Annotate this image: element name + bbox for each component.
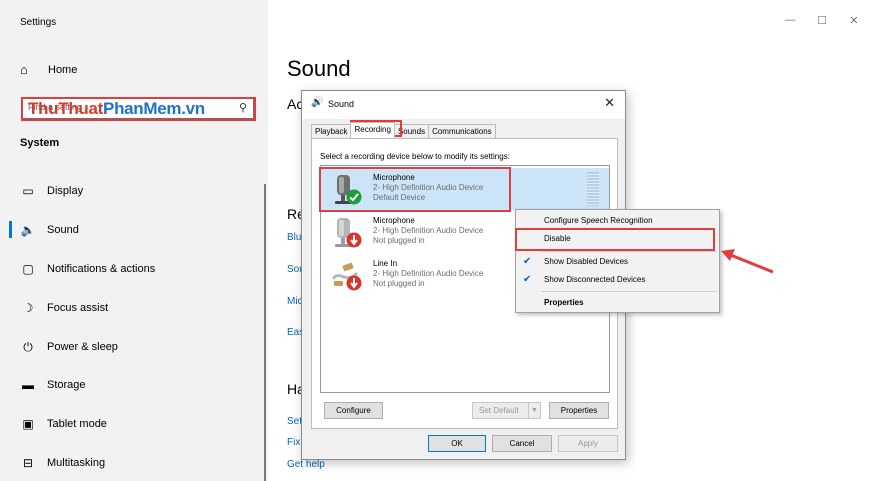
device-name: Line In	[373, 259, 398, 268]
sidebar-scrollbar[interactable]	[264, 184, 266, 481]
annotation-arrow-icon	[721, 249, 774, 274]
menu-item-label: Properties	[544, 298, 584, 307]
sidebar-item-focus-assist[interactable]: ☽ Focus assist	[20, 298, 109, 318]
tab-recording[interactable]: Recording	[350, 122, 395, 138]
home-nav-item[interactable]: ⌂ Home	[20, 62, 77, 77]
storage-icon: ▬	[22, 378, 34, 392]
device-highlight-box	[319, 167, 511, 212]
fix-link-fragment[interactable]: Fix	[287, 437, 300, 448]
apply-button[interactable]: Apply	[558, 435, 618, 452]
sidebar-item-power-sleep[interactable]: ⏻ Power & sleep	[20, 337, 118, 357]
home-icon: ⌂	[20, 62, 28, 77]
app-title: Settings	[20, 17, 57, 28]
multitasking-icon: ⊟	[22, 456, 34, 470]
bluetooth-link-fragment[interactable]: Blu	[287, 232, 301, 243]
sidebar-item-display[interactable]: ▭ Display	[20, 181, 83, 201]
notification-icon: ▢	[22, 262, 34, 276]
checkmark-icon: ✔	[523, 256, 532, 267]
ok-button[interactable]: OK	[428, 435, 486, 452]
window-controls: — ☐ ✕	[774, 14, 870, 27]
power-icon: ⏻	[23, 339, 33, 354]
tab-playback[interactable]: Playback	[311, 124, 352, 138]
device-name: Microphone	[373, 216, 415, 225]
device-context-menu: Configure Speech Recognition Disable ✔ S…	[515, 209, 720, 313]
maximize-button[interactable]: ☐	[806, 14, 838, 27]
device-status: Not plugged in	[373, 279, 425, 288]
dialog-title: Sound	[328, 99, 355, 109]
setup-link-fragment[interactable]: Set	[287, 416, 302, 427]
sidebar-item-storage[interactable]: ▬ Storage	[20, 375, 86, 395]
tablet-icon: ▣	[22, 417, 34, 431]
dialog-close-button[interactable]: ✕	[604, 95, 615, 111]
sidebar-item-label: Tablet mode	[47, 418, 107, 430]
menu-item-label: Show Disabled Devices	[544, 257, 629, 266]
unplugged-badge-icon	[346, 275, 362, 291]
menu-item-show-disconnected-devices[interactable]: ✔ Show Disconnected Devices	[516, 271, 719, 289]
sidebar-item-label: Display	[47, 185, 84, 197]
sidebar-item-sound[interactable]: 🔈 Sound	[20, 220, 79, 240]
moon-icon: ☽	[22, 301, 34, 315]
menu-item-properties[interactable]: Properties	[516, 294, 719, 312]
sound-dialog-icon: 🔊	[311, 97, 324, 108]
minimize-button[interactable]: —	[774, 14, 806, 27]
device-detail: 2- High Definition Audio Device	[373, 226, 484, 235]
input-level-meter	[587, 172, 599, 206]
close-button[interactable]: ✕	[838, 14, 870, 27]
speaker-icon: 🔈	[20, 223, 36, 237]
monitor-icon: ▭	[22, 184, 34, 198]
sidebar-item-label: Multitasking	[47, 457, 106, 469]
checkmark-icon: ✔	[523, 274, 532, 285]
set-default-button[interactable]: Set Default ▼	[472, 402, 541, 419]
sidebar-item-multitasking[interactable]: ⊟ Multitasking	[20, 453, 105, 473]
home-label: Home	[48, 63, 78, 76]
dialog-tabs: Playback Recording Sounds Communications	[311, 122, 496, 139]
sidebar-item-label: Notifications & actions	[47, 263, 156, 275]
sidebar-item-label: Power & sleep	[47, 341, 118, 353]
menu-item-show-disabled-devices[interactable]: ✔ Show Disabled Devices	[516, 253, 719, 271]
system-heading: System	[20, 137, 60, 149]
cancel-button[interactable]: Cancel	[492, 435, 552, 452]
sidebar-item-notifications[interactable]: ▢ Notifications & actions	[20, 259, 155, 279]
instruction-text: Select a recording device below to modif…	[320, 152, 510, 161]
page-title: Sound	[287, 56, 351, 81]
menu-divider	[541, 291, 717, 292]
sidebar-item-tablet-mode[interactable]: ▣ Tablet mode	[20, 414, 107, 434]
disable-highlight-box	[515, 228, 715, 251]
watermark-highlight-box	[21, 97, 256, 121]
device-detail: 2- High Definition Audio Device	[373, 269, 484, 278]
properties-button[interactable]: Properties	[549, 402, 609, 419]
configure-button[interactable]: Configure	[324, 402, 383, 419]
sidebar-item-label: Sound	[47, 224, 79, 236]
unplugged-badge-icon	[346, 232, 362, 248]
settings-sidebar: Settings ⌂ Home Find a setting ⚲ ThuThua…	[0, 0, 268, 481]
active-nav-indicator	[9, 221, 12, 238]
tab-communications[interactable]: Communications	[428, 124, 496, 138]
dialog-titlebar[interactable]: 🔊 Sound ✕	[302, 91, 625, 119]
sidebar-item-label: Storage	[47, 379, 86, 391]
sidebar-item-label: Focus assist	[47, 302, 109, 314]
menu-divider	[541, 251, 717, 252]
menu-item-label: Configure Speech Recognition	[544, 216, 653, 225]
chevron-down-icon[interactable]: ▼	[528, 403, 540, 418]
get-help-link[interactable]: Get help	[287, 459, 325, 470]
device-status: Not plugged in	[373, 236, 425, 245]
set-default-label: Set Default	[479, 406, 519, 415]
menu-item-label: Show Disconnected Devices	[544, 275, 646, 284]
